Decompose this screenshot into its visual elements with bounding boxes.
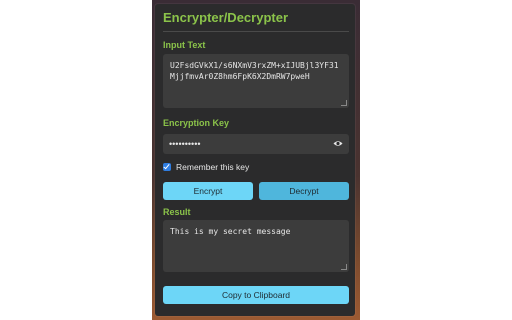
- extension-popup: Encrypter/Decrypter Input Text U2FsdGVkX…: [155, 4, 355, 316]
- resize-handle-icon[interactable]: [341, 100, 347, 106]
- remember-key-row[interactable]: Remember this key: [163, 162, 249, 172]
- resize-handle-icon[interactable]: [341, 264, 347, 270]
- encrypt-button[interactable]: Encrypt: [163, 182, 253, 200]
- app-title: Encrypter/Decrypter: [163, 10, 288, 25]
- encryption-key-masked: ••••••••••: [169, 139, 201, 149]
- input-text-area[interactable]: U2FsdGVkX1/s6NXmV3rxZM+xIJUBjl3YF31Mjjfm…: [163, 54, 349, 108]
- eye-icon[interactable]: [333, 140, 343, 147]
- result-text-area[interactable]: This is my secret message: [163, 220, 349, 272]
- encryption-key-input[interactable]: ••••••••••: [163, 134, 349, 154]
- encryption-key-label: Encryption Key: [163, 118, 230, 128]
- result-value: This is my secret message: [170, 227, 291, 236]
- result-label: Result: [163, 207, 191, 217]
- decrypt-button[interactable]: Decrypt: [259, 182, 349, 200]
- remember-key-checkbox[interactable]: [163, 163, 171, 171]
- remember-key-label: Remember this key: [176, 162, 250, 172]
- title-divider: [163, 31, 349, 32]
- input-text-value: U2FsdGVkX1/s6NXmV3rxZM+xIJUBjl3YF31Mjjfm…: [170, 61, 339, 81]
- copy-to-clipboard-button[interactable]: Copy to Clipboard: [163, 286, 349, 304]
- input-text-label: Input Text: [163, 40, 206, 50]
